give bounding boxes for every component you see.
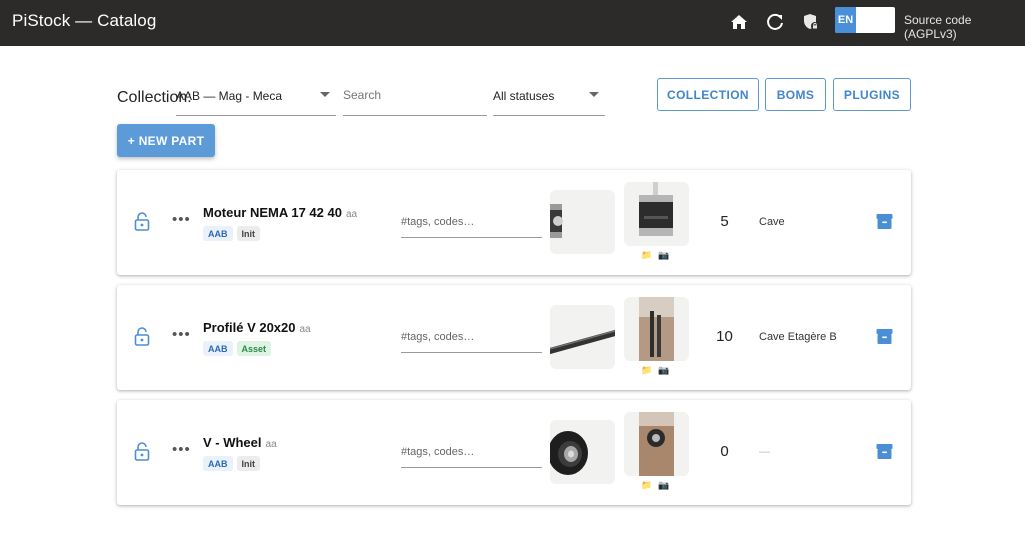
lang-other-option[interactable] <box>856 7 895 33</box>
folder-icon[interactable]: 📁 <box>641 365 652 376</box>
quantity[interactable]: 10 <box>707 328 742 345</box>
part-thumbnail[interactable] <box>550 190 615 254</box>
search-input[interactable]: Search <box>343 76 487 116</box>
status-select[interactable]: All statuses <box>493 76 605 116</box>
app-bar: PiStock — Catalog EN Source code (AGPLv3… <box>0 0 1025 46</box>
refresh-icon[interactable] <box>764 11 786 33</box>
camera-icon[interactable]: 📷 <box>658 250 669 261</box>
part-photo[interactable] <box>624 412 689 476</box>
location[interactable]: Cave Etagère B <box>759 331 837 343</box>
tags-input[interactable]: #tags, codes… <box>401 436 542 468</box>
collection-button[interactable]: COLLECTION <box>657 78 759 111</box>
status-chip: Init <box>236 226 260 241</box>
more-options-icon[interactable]: ••• <box>172 212 191 227</box>
part-name[interactable]: Profilé V 20x20 aa <box>203 320 311 335</box>
camera-icon[interactable]: 📷 <box>658 480 669 491</box>
location[interactable]: — <box>759 446 770 458</box>
archive-icon[interactable] <box>876 443 893 460</box>
part-card: ••• Moteur NEMA 17 42 40 aa AAB Init #tag… <box>117 170 911 275</box>
tags-input[interactable]: #tags, codes… <box>401 206 542 238</box>
language-toggle[interactable]: EN <box>835 7 895 33</box>
collection-value: AAB — Mag - Meca <box>176 89 283 103</box>
media-actions: 📁 📷 <box>641 365 669 376</box>
part-thumbnail[interactable] <box>550 305 615 369</box>
lock-open-icon[interactable] <box>134 442 152 462</box>
collection-chip: AAB <box>203 226 233 241</box>
part-chips: AAB Init <box>203 456 260 471</box>
lang-en-option[interactable]: EN <box>835 7 856 33</box>
part-photo[interactable] <box>624 182 689 246</box>
part-name[interactable]: V - Wheel aa <box>203 435 277 450</box>
shield-lock-icon[interactable] <box>800 11 822 33</box>
part-photo[interactable] <box>624 297 689 361</box>
media-actions: 📁 📷 <box>641 480 669 491</box>
camera-icon[interactable]: 📷 <box>658 365 669 376</box>
part-card: ••• Profilé V 20x20 aa AAB Asset #tags, c… <box>117 285 911 390</box>
archive-icon[interactable] <box>876 328 893 345</box>
status-chip: Init <box>236 456 260 471</box>
collection-select[interactable]: AAB — Mag - Meca <box>176 76 336 116</box>
collection-chip: AAB <box>203 456 233 471</box>
part-name[interactable]: Moteur NEMA 17 42 40 aa <box>203 205 357 220</box>
source-code-link[interactable]: Source code (AGPLv3) <box>904 13 1025 41</box>
collection-chip: AAB <box>203 341 233 356</box>
quantity[interactable]: 0 <box>707 443 742 460</box>
status-value: All statuses <box>493 89 555 103</box>
more-options-icon[interactable]: ••• <box>172 327 191 342</box>
tags-input[interactable]: #tags, codes… <box>401 321 542 353</box>
plugins-button[interactable]: PLUGINS <box>833 78 911 111</box>
part-thumbnail[interactable] <box>550 420 615 484</box>
lock-open-icon[interactable] <box>134 327 152 347</box>
new-part-button[interactable]: + NEW PART <box>117 124 215 157</box>
more-options-icon[interactable]: ••• <box>172 442 191 457</box>
part-chips: AAB Init <box>203 226 260 241</box>
status-chip: Asset <box>236 341 272 356</box>
chevron-down-icon <box>589 92 599 97</box>
folder-icon[interactable]: 📁 <box>641 480 652 491</box>
part-chips: AAB Asset <box>203 341 272 356</box>
folder-icon[interactable]: 📁 <box>641 250 652 261</box>
location[interactable]: Cave <box>759 216 785 228</box>
lock-open-icon[interactable] <box>134 212 152 232</box>
home-icon[interactable] <box>728 11 750 33</box>
archive-icon[interactable] <box>876 213 893 230</box>
part-card: ••• V - Wheel aa AAB Init #tags, codes… 📁… <box>117 400 911 505</box>
search-placeholder: Search <box>343 88 382 102</box>
quantity[interactable]: 5 <box>707 213 742 230</box>
boms-button[interactable]: BOMS <box>765 78 826 111</box>
chevron-down-icon <box>320 92 330 97</box>
media-actions: 📁 📷 <box>641 250 669 261</box>
app-title: PiStock — Catalog <box>12 11 157 30</box>
